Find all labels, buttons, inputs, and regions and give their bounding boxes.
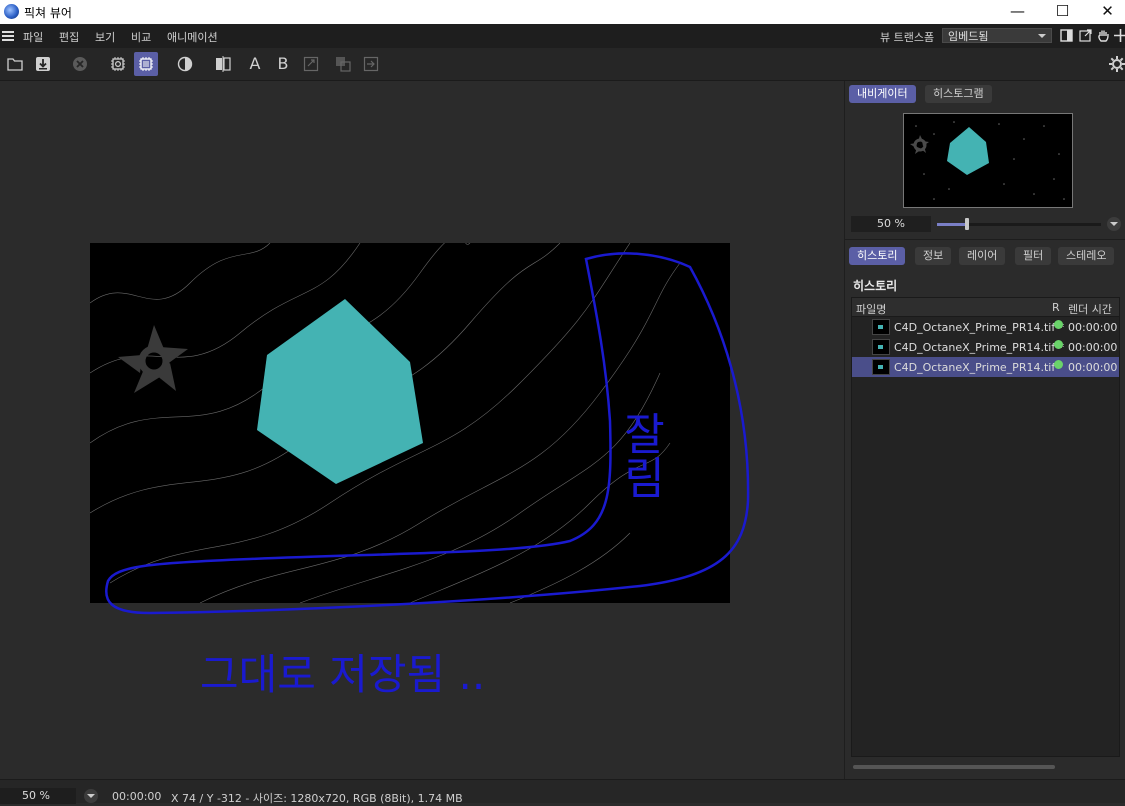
history-render-time: 00:00:00 <box>1068 321 1118 334</box>
swap-icon <box>303 56 319 72</box>
window-title: 픽쳐 뷰어 <box>24 6 72 20</box>
status-dot-icon <box>1054 320 1063 329</box>
chevron-down-icon <box>1038 34 1046 38</box>
tab-filter[interactable]: 필터 <box>1015 247 1052 265</box>
hamburger-menu-icon[interactable] <box>2 31 14 41</box>
status-dot-icon <box>1054 340 1063 349</box>
history-table[interactable]: 파일명 R 렌더 시간 C4D_OctaneX_Prime_PR14.tif *… <box>851 297 1120 757</box>
history-render-time: 00:00:00 <box>1068 361 1118 374</box>
ab-compare-button[interactable] <box>211 52 235 76</box>
close-button[interactable]: ✕ <box>1085 0 1125 24</box>
cancel-circle-icon <box>73 57 87 71</box>
history-row[interactable]: C4D_OctaneX_Prime_PR14.tif * 00:00:00 <box>852 317 1119 337</box>
menu-animation[interactable]: 애니메이션 <box>167 29 218 45</box>
move-cross-icon[interactable] <box>1114 29 1125 42</box>
column-render-time[interactable]: 렌더 시간 <box>1068 301 1112 317</box>
toolbar: A B <box>0 48 1125 81</box>
hand-pan-icon[interactable] <box>1097 29 1110 42</box>
layer-export-button[interactable] <box>359 52 383 76</box>
status-image-info: X 74 / Y -312 - 사이즈: 1280x720, RGB (8Bit… <box>171 792 463 805</box>
history-row[interactable]: C4D_OctaneX_Prime_PR14.tif 00:00:00 <box>852 357 1119 377</box>
zoom-slider[interactable] <box>937 218 1101 230</box>
navigator-zoom-field[interactable]: 50 % <box>851 216 931 232</box>
tab-navigator[interactable]: 내비게이터 <box>849 85 916 103</box>
split-compare-icon <box>216 56 231 72</box>
zoom-slider-handle[interactable] <box>964 218 969 230</box>
history-thumbnail <box>872 359 890 375</box>
zoom-options-button[interactable] <box>1107 217 1121 231</box>
view-transform-value: 임베드됨 <box>948 30 989 43</box>
image-viewport[interactable]: 잘림 그대로 저장됨 .. <box>0 81 844 779</box>
cinema4d-app-icon <box>4 4 19 19</box>
tab-histogram[interactable]: 히스토그램 <box>925 85 992 103</box>
set-b-button[interactable]: B <box>271 52 295 76</box>
export-icon <box>363 56 379 72</box>
tab-info[interactable]: 정보 <box>915 247 952 265</box>
minimize-button[interactable]: — <box>995 0 1040 24</box>
layers-icon <box>336 57 351 72</box>
render-region-button[interactable] <box>106 52 130 76</box>
history-filename: C4D_OctaneX_Prime_PR14.tif * <box>894 321 1065 334</box>
menu-file[interactable]: 파일 <box>23 29 43 45</box>
set-a-button[interactable]: A <box>243 52 267 76</box>
history-filename: C4D_OctaneX_Prime_PR14.tif * <box>894 341 1065 354</box>
swap-ab-button[interactable] <box>299 52 323 76</box>
column-r[interactable]: R <box>1052 301 1060 314</box>
download-save-icon <box>36 57 50 71</box>
open-folder-button[interactable] <box>3 52 27 76</box>
history-filename: C4D_OctaneX_Prime_PR14.tif <box>894 361 1056 374</box>
menu-view[interactable]: 보기 <box>95 29 115 45</box>
auto-update-button[interactable] <box>134 52 158 76</box>
tab-history[interactable]: 히스토리 <box>849 247 906 265</box>
gear-icon <box>1109 56 1125 72</box>
title-bar: 픽쳐 뷰어 — ☐ ✕ <box>0 0 1125 24</box>
panel-divider <box>845 239 1125 240</box>
side-annotation-text: 잘림 <box>615 411 666 499</box>
contrast-icon <box>177 56 193 72</box>
settings-button[interactable] <box>1105 52 1125 76</box>
menu-edit[interactable]: 편집 <box>59 29 79 45</box>
column-filename[interactable]: 파일명 <box>856 301 886 317</box>
thumbnail-image <box>910 121 1065 200</box>
stop-render-button[interactable] <box>68 52 92 76</box>
status-dot-icon <box>1054 360 1063 369</box>
menu-compare[interactable]: 비교 <box>131 29 151 45</box>
zoom-slider-fill <box>937 223 967 226</box>
folder-icon <box>7 58 23 71</box>
view-transform-select[interactable]: 임베드됨 <box>942 28 1052 43</box>
handwritten-annotation: 잘림 그대로 저장됨 .. <box>105 252 750 699</box>
thumbnail-hexagon <box>947 127 989 175</box>
layer-back-button[interactable] <box>331 52 355 76</box>
history-table-header: 파일명 R 렌더 시간 <box>852 298 1119 317</box>
contrast-toggle-button[interactable] <box>173 52 197 76</box>
thumbnail-logo-icon <box>910 135 929 154</box>
chip-settings-icon <box>111 57 125 71</box>
status-time: 00:00:00 <box>112 790 162 803</box>
status-bar: 50 % 00:00:00 X 74 / Y -312 - 사이즈: 1280x… <box>0 779 1125 805</box>
status-zoom-dropdown[interactable] <box>84 789 98 803</box>
save-button[interactable] <box>31 52 55 76</box>
tab-stereo[interactable]: 스테레오 <box>1058 247 1115 265</box>
horizontal-scrollbar[interactable] <box>853 765 1055 769</box>
history-thumbnail <box>872 339 890 355</box>
history-thumbnail <box>872 319 890 335</box>
navigator-thumbnail[interactable] <box>903 113 1073 208</box>
view-transform-label: 뷰 트랜스폼 <box>880 31 935 44</box>
bottom-annotation-text: 그대로 저장됨 .. <box>200 650 485 699</box>
status-zoom-field[interactable]: 50 % <box>0 788 76 804</box>
maximize-button[interactable]: ☐ <box>1040 0 1085 24</box>
menu-bar: 파일 편집 보기 비교 애니메이션 뷰 트랜스폼 임베드됨 <box>0 24 1125 48</box>
panel-layout-icon[interactable] <box>1060 29 1073 42</box>
history-row[interactable]: C4D_OctaneX_Prime_PR14.tif * 00:00:00 <box>852 337 1119 357</box>
history-render-time: 00:00:00 <box>1068 341 1118 354</box>
chip-active-icon <box>139 57 153 71</box>
tab-layers[interactable]: 레이어 <box>959 247 1006 265</box>
external-window-icon[interactable] <box>1079 29 1092 42</box>
history-heading: 히스토리 <box>853 279 898 293</box>
right-panel: 내비게이터 히스토그램 50 % 히스토리 정보 레이어 필터 스테레오 히스토… <box>844 81 1125 779</box>
